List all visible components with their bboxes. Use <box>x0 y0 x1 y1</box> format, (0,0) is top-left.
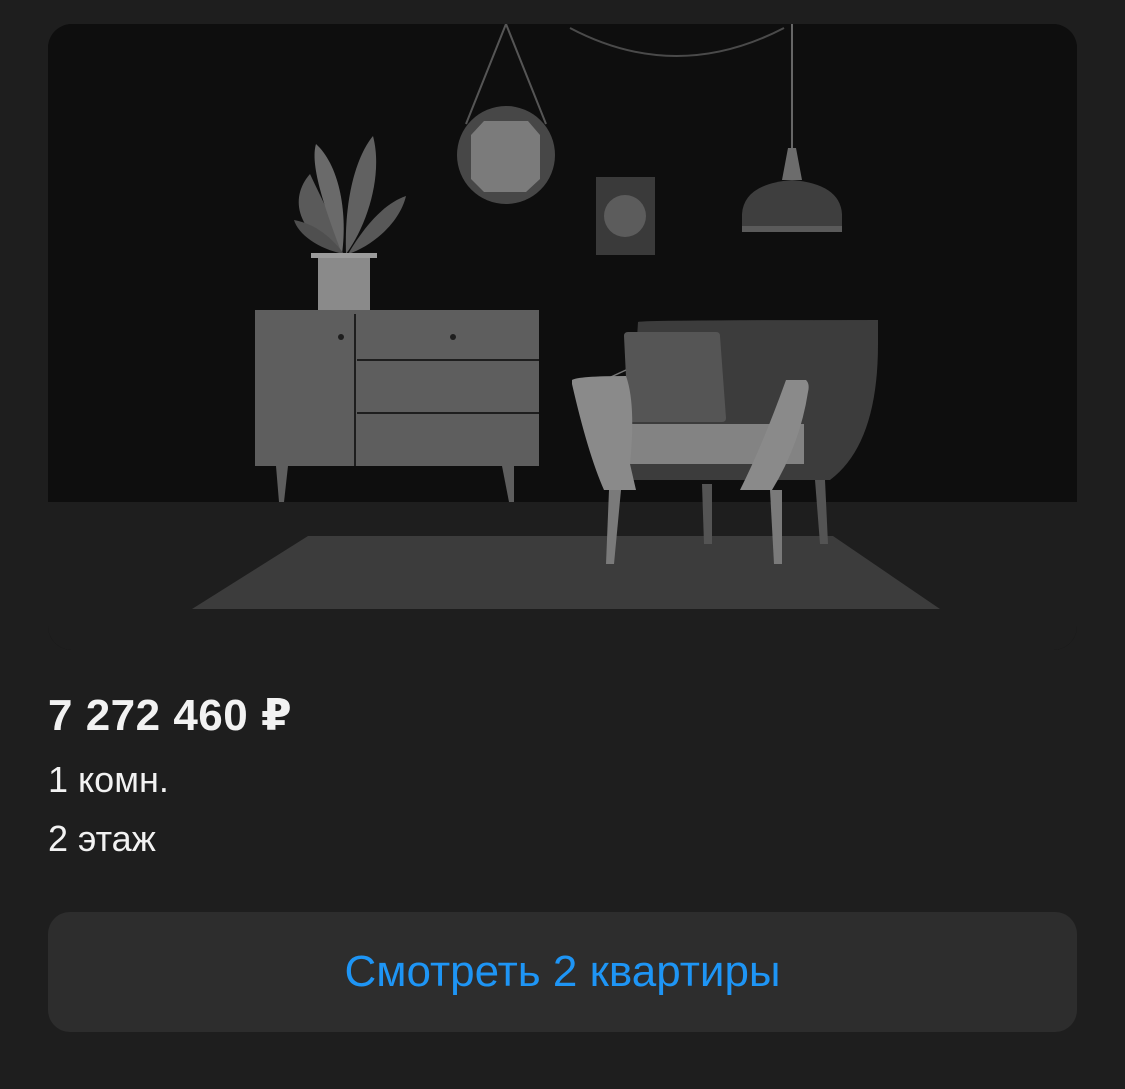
listing-card[interactable]: 7 272 460 ₽ 1 комн. 2 этаж Смотреть 2 кв… <box>0 0 1125 1089</box>
view-apartments-button[interactable]: Смотреть 2 квартиры <box>48 912 1077 1032</box>
listing-floor: 2 этаж <box>48 818 156 859</box>
interior-placeholder-illustration <box>48 24 1077 650</box>
view-apartments-button-label: Смотреть 2 квартиры <box>344 947 781 996</box>
listing-rooms: 1 комн. <box>48 759 169 800</box>
listing-price: 7 272 460 ₽ <box>48 691 293 740</box>
